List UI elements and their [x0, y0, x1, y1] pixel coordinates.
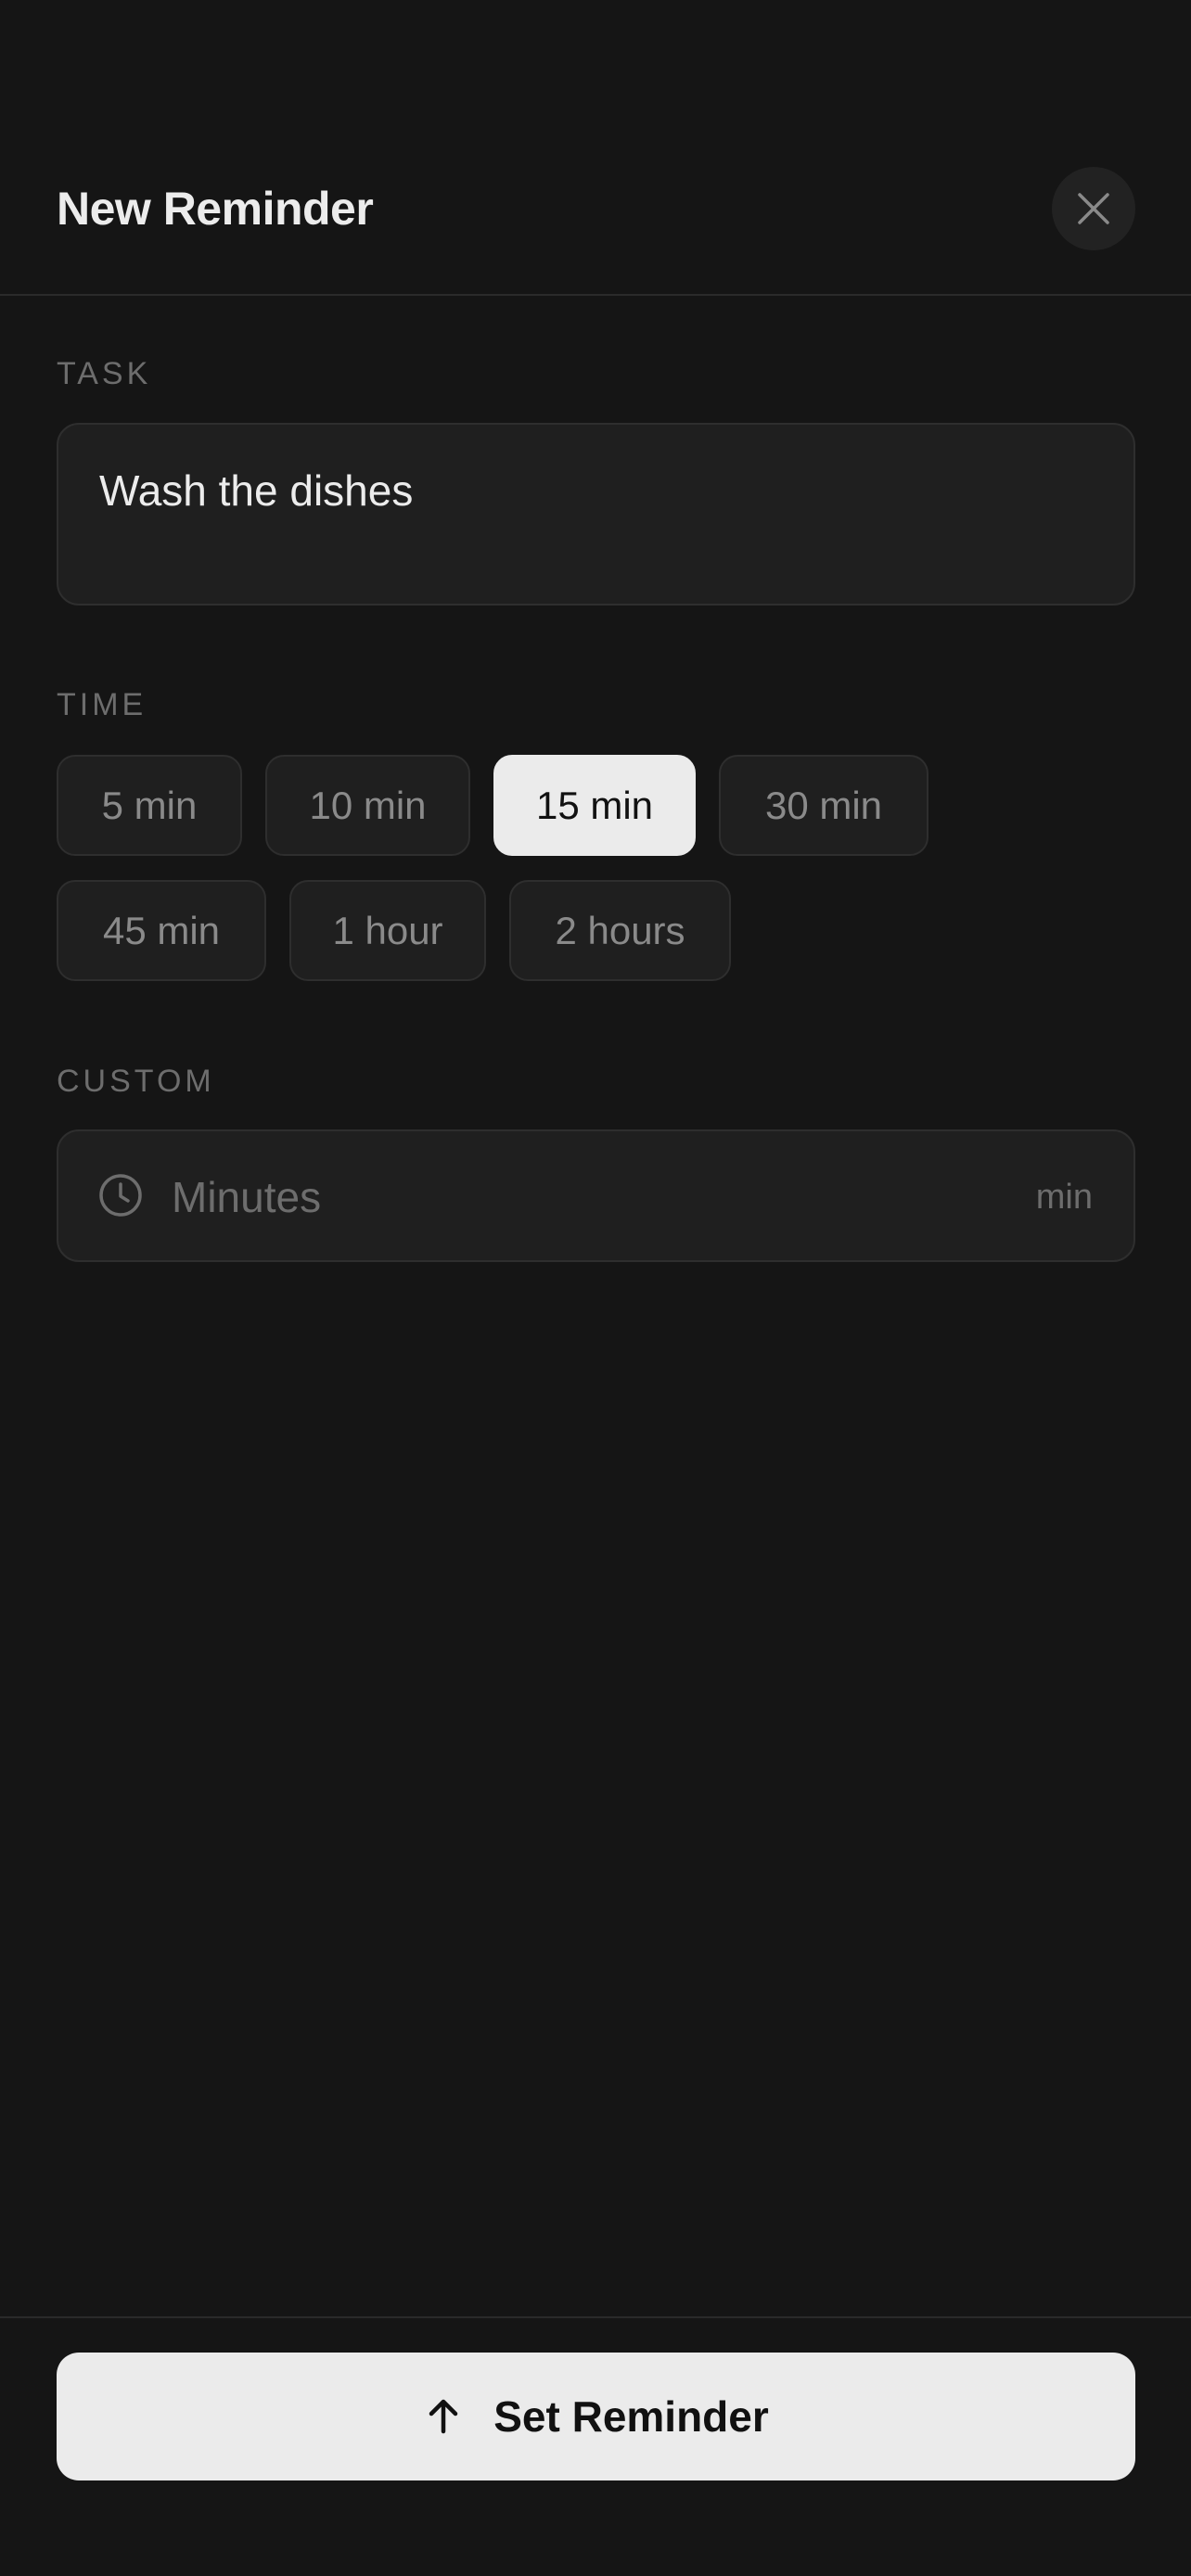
time-chip-10-min[interactable]: 10 min: [265, 755, 470, 856]
minutes-placeholder: Minutes: [172, 1173, 322, 1221]
close-icon: [1078, 193, 1109, 224]
task-label: TASK: [57, 356, 152, 391]
time-label: TIME: [57, 687, 147, 722]
header: New Reminder: [0, 0, 1191, 296]
time-chip-5-min[interactable]: 5 min: [57, 755, 242, 856]
set-reminder-button[interactable]: Set Reminder: [57, 2353, 1135, 2480]
time-chip-2-hours[interactable]: 2 hours: [509, 880, 731, 981]
time-chip-30-min[interactable]: 30 min: [719, 755, 928, 856]
time-chip-15-min[interactable]: 15 min: [493, 755, 696, 856]
time-chip-1-hour[interactable]: 1 hour: [289, 880, 486, 981]
new-reminder-screen: New Reminder TASK Wash the dishes TIME 5…: [0, 0, 1191, 2576]
close-button[interactable]: [1052, 167, 1135, 250]
footer-divider: [0, 2316, 1191, 2318]
task-input-value: Wash the dishes: [99, 466, 414, 515]
task-input[interactable]: Wash the dishes: [57, 423, 1135, 606]
custom-label: CUSTOM: [57, 1064, 215, 1099]
time-chip-45-min[interactable]: 45 min: [57, 880, 266, 981]
page-title: New Reminder: [57, 183, 374, 235]
unit-label: min: [1035, 1178, 1093, 1217]
set-reminder-label: Set Reminder: [493, 2392, 769, 2441]
arrow-up-icon: [429, 2399, 458, 2434]
clock-icon: [99, 1174, 142, 1217]
custom-minutes-input[interactable]: Minutes min: [57, 1129, 1135, 1262]
